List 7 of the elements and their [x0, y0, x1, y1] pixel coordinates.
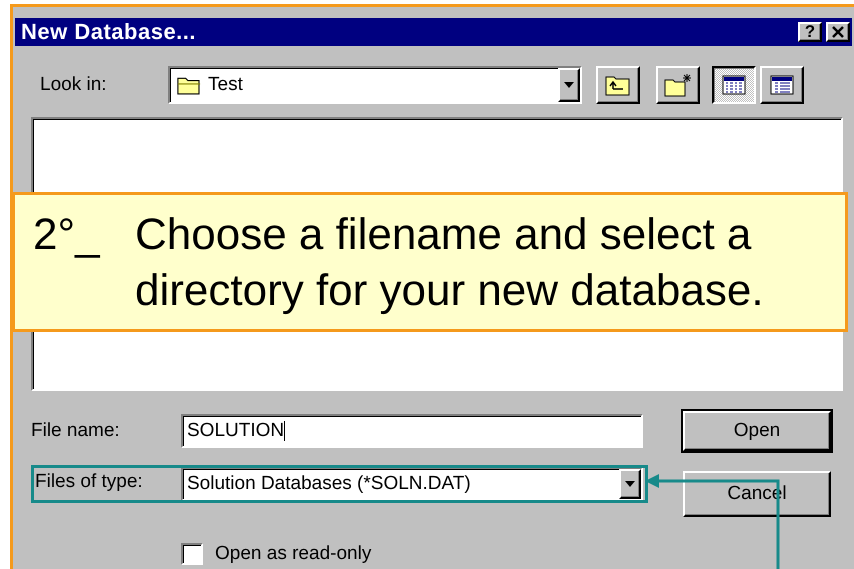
read-only-label: Open as read-only: [215, 543, 372, 565]
file-type-label: Files of type:: [35, 471, 144, 493]
look-in-label: Look in:: [40, 74, 108, 96]
window-title: New Database...: [21, 19, 198, 45]
instruction-text: Choose a filename and select a directory for your new database.: [135, 209, 765, 317]
step-number: 2°_: [33, 209, 102, 261]
file-name-label: File name:: [31, 420, 121, 442]
